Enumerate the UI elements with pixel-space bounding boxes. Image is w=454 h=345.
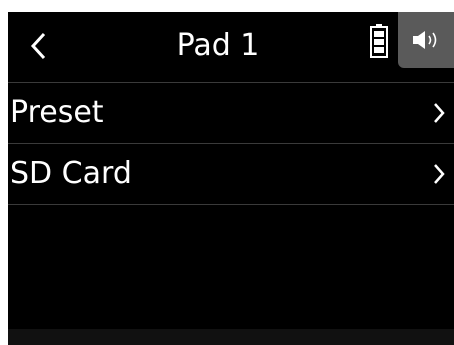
chevron-left-icon	[30, 32, 46, 60]
device-screen: Pad 1 Preset SD Card	[8, 12, 454, 345]
back-button[interactable]	[18, 24, 58, 68]
chevron-right-icon	[434, 164, 445, 184]
header-bar: Pad 1	[8, 12, 454, 80]
chevron-right-icon	[434, 103, 445, 123]
menu-item-label: Preset	[10, 95, 104, 130]
menu-list: Preset SD Card	[8, 82, 454, 205]
page-title: Pad 1	[176, 28, 260, 63]
battery-icon	[370, 24, 388, 58]
menu-item-sd-card[interactable]: SD Card	[8, 143, 454, 205]
footer-bar	[8, 329, 454, 345]
speaker-button[interactable]	[398, 12, 454, 68]
speaker-icon	[413, 31, 437, 49]
menu-item-label: SD Card	[10, 156, 132, 191]
menu-item-preset[interactable]: Preset	[8, 82, 454, 143]
